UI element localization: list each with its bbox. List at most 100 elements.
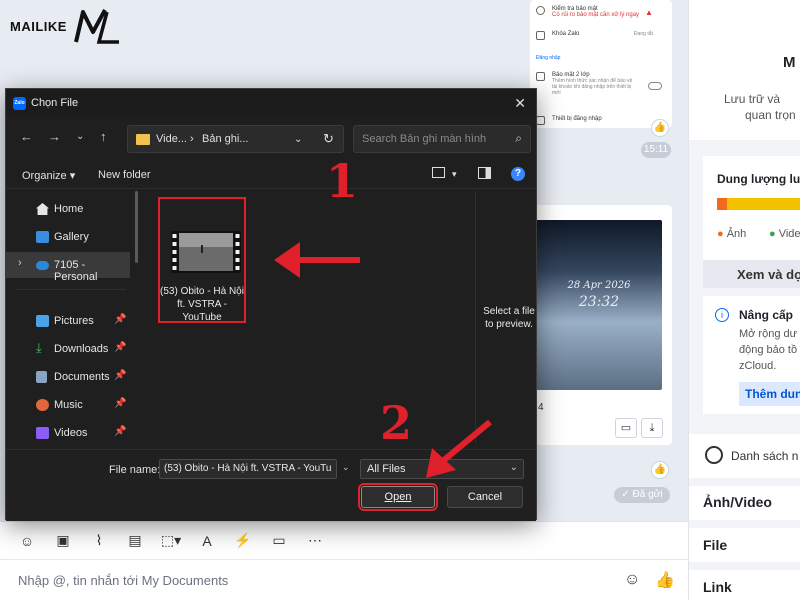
attachment-icon[interactable]: ⌇: [90, 532, 108, 550]
file-type-value: All Files: [367, 463, 406, 475]
reminder-row[interactable]: Danh sách n: [689, 434, 800, 478]
message-composer[interactable]: Nhập @, tin nhắn tới My Documents ☺ 👍: [0, 559, 688, 600]
nav-item-gallery[interactable]: Gallery: [6, 224, 130, 250]
chevron-down-icon: ⌄: [509, 462, 518, 473]
recent-locations-icon[interactable]: ⌄: [76, 131, 84, 142]
screenshot-icon[interactable]: ⬚▾: [161, 532, 181, 550]
nav-label: Pictures: [54, 315, 94, 327]
login-devices-row: Thiết bị đăng nhập: [530, 116, 672, 125]
home-icon: [36, 203, 49, 215]
format-text-icon[interactable]: A: [198, 532, 216, 550]
help-icon[interactable]: ?: [511, 167, 525, 181]
organize-menu[interactable]: Organize ▾: [22, 169, 75, 182]
nav-label: Documents: [54, 371, 110, 383]
legend-video: ● Vide: [769, 228, 800, 240]
cancel-button[interactable]: Cancel: [447, 486, 523, 508]
nav-label: Home: [54, 203, 84, 215]
media-section-label: Ảnh/Video: [703, 494, 772, 510]
add-storage-button[interactable]: Thêm dun: [739, 382, 800, 406]
zalo-lock-label: Khóa Zalo: [552, 31, 580, 37]
videos-icon: [36, 427, 49, 439]
close-icon[interactable]: ✕: [514, 95, 526, 112]
nav-scrollbar[interactable]: [135, 191, 138, 263]
file-list-area: (53) Obito - Hà Nội ft. VSTRA - YouTube: [152, 191, 474, 443]
search-icon[interactable]: ⌕: [515, 131, 522, 146]
info-icon: i: [715, 308, 729, 322]
nav-item-onedrive[interactable]: › 7105 - Personal: [6, 252, 130, 283]
search-box[interactable]: Search Bản ghi màn hình ⌕: [353, 125, 531, 153]
pin-icon: 📌: [114, 426, 127, 437]
message-input[interactable]: Nhập @, tin nhắn tới My Documents: [18, 573, 228, 588]
upgrade-card: i Nâng cấp Mở rộng dư động bảo tồ zCloud…: [703, 296, 800, 414]
logo-mark-icon: [74, 9, 119, 44]
video-date-text: 28 Apr 2026: [567, 280, 631, 291]
folder-icon[interactable]: ▭: [615, 418, 637, 438]
sent-status-pill: ✓ Đã gửi: [614, 487, 670, 503]
nav-item-documents[interactable]: Documents 📌: [6, 364, 130, 390]
file-name-dropdown-icon[interactable]: ⌄: [342, 462, 350, 473]
nav-item-home[interactable]: Home: [6, 196, 130, 222]
quick-message-icon[interactable]: ⚡: [234, 532, 252, 550]
file-item-video[interactable]: (53) Obito - Hà Nội ft. VSTRA - YouTube: [158, 197, 246, 323]
nav-item-videos[interactable]: Videos 📌: [6, 420, 130, 446]
address-bar[interactable]: Vide... › Bản ghi... ⌄ ↻: [127, 125, 344, 153]
card-icon[interactable]: ▭: [270, 532, 288, 550]
view-options-icon[interactable]: [432, 167, 445, 178]
download-icon[interactable]: ⤓: [641, 418, 663, 438]
shield-icon: [536, 6, 545, 15]
like-icon[interactable]: 👍: [651, 461, 669, 479]
search-input[interactable]: Search Bản ghi màn hình: [362, 133, 486, 145]
file-section-header[interactable]: File: [689, 528, 800, 562]
pictures-icon: [36, 315, 49, 327]
dialog-navbar: ← → ⌄ ↑ Vide... › Bản ghi... ⌄ ↻ Search …: [6, 123, 536, 153]
like-icon[interactable]: 👍: [651, 119, 669, 137]
step-2-number: 2: [380, 396, 413, 450]
nav-item-music[interactable]: Music 📌: [6, 392, 130, 418]
dialog-title: Chọn File: [31, 97, 79, 109]
open-button[interactable]: Open: [358, 483, 438, 511]
forward-arrow-icon[interactable]: →: [48, 129, 61, 144]
file-name-input[interactable]: (53) Obito - Hà Nội ft. VSTRA - YouTu: [159, 459, 337, 479]
back-arrow-icon[interactable]: ←: [20, 129, 33, 144]
new-folder-button[interactable]: New folder: [98, 169, 151, 181]
security-risk-text: Có rủi ro bảo mật cần xử lý ngay: [552, 12, 640, 18]
preview-pane-icon[interactable]: [478, 167, 491, 179]
chevron-down-icon[interactable]: ⌄: [294, 134, 302, 145]
folder-icon: [136, 134, 150, 145]
two-factor-desc: Thêm hình thức xác nhận để bảo vệ tài kh…: [552, 78, 633, 96]
view-clean-button[interactable]: Xem và dọ: [703, 260, 800, 288]
storage-bar: [717, 198, 800, 210]
more-icon[interactable]: ⋯: [306, 532, 324, 550]
video-time-text: 23:32: [578, 294, 620, 310]
sticker-icon[interactable]: ☺: [18, 532, 36, 550]
emoji-icon[interactable]: ☺: [624, 571, 640, 589]
preview-pane: Select a file to preview.: [475, 191, 538, 443]
navigation-pane: Home Gallery › 7105 - Personal Pictures …: [6, 191, 142, 443]
nav-item-pictures[interactable]: Pictures 📌: [6, 308, 130, 334]
image-icon[interactable]: ▣: [54, 532, 72, 550]
contact-card-icon[interactable]: ▤: [126, 532, 144, 550]
breadcrumb-videos[interactable]: Vide...: [156, 133, 187, 145]
nav-item-downloads[interactable]: ⤓ Downloads 📌: [6, 336, 130, 362]
breadcrumb-recordings[interactable]: Bản ghi...: [202, 133, 248, 145]
storage-bar-photo-fill: [717, 198, 727, 210]
file-section-label: File: [703, 537, 728, 553]
zalo-lock-row: Khóa Zalo Đang tắt: [530, 31, 672, 40]
device-icon: [536, 116, 545, 125]
lock-icon: [536, 31, 545, 40]
dialog-titlebar[interactable]: Zalo Chọn File ✕: [6, 89, 536, 117]
upgrade-title: Nâng cấp: [739, 308, 794, 322]
up-arrow-icon[interactable]: ↑: [100, 129, 107, 144]
pin-icon: 📌: [114, 314, 127, 325]
heading-fragment: M: [783, 54, 796, 71]
expand-chevron-icon[interactable]: ›: [18, 257, 22, 269]
media-section-header[interactable]: Ảnh/Video: [689, 486, 800, 520]
zalo-lock-status: Đang tắt: [634, 31, 653, 37]
quick-like-icon[interactable]: 👍: [655, 570, 675, 590]
pin-icon: 📌: [114, 342, 127, 353]
link-section-header[interactable]: Link: [689, 570, 800, 600]
video-thumbnail[interactable]: 28 Apr 2026 23:32: [536, 220, 662, 390]
step-1-number: 1: [326, 154, 359, 208]
refresh-icon[interactable]: ↻: [323, 131, 334, 147]
view-dropdown-icon[interactable]: ▾: [452, 169, 457, 180]
